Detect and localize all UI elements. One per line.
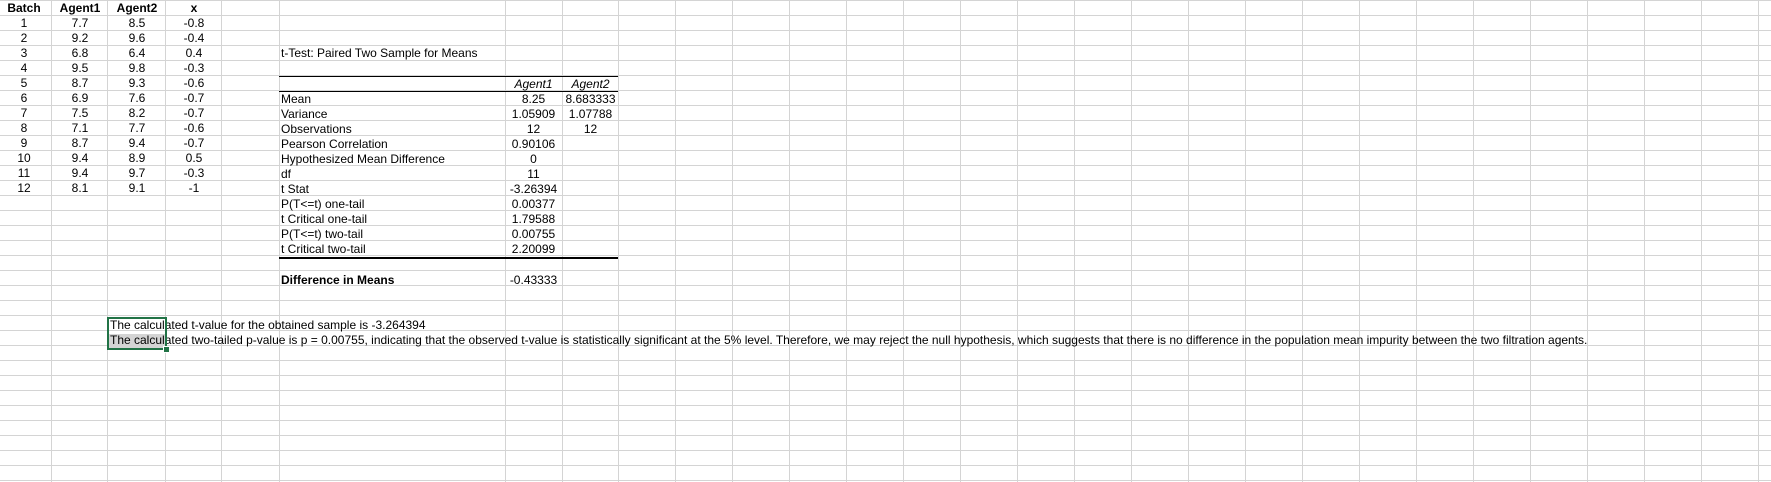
cell-agent2[interactable]: 9.4 — [108, 136, 166, 151]
ttest-label[interactable]: P(T<=t) one-tail — [281, 197, 364, 212]
ttest-value-agent2[interactable] — [562, 137, 619, 152]
cell-agent2[interactable]: 6.4 — [108, 46, 166, 61]
cell-agent2[interactable]: 8.9 — [108, 151, 166, 166]
cell-x[interactable]: -0.6 — [166, 121, 222, 136]
cell-batch[interactable]: 4 — [0, 61, 48, 76]
active-cell-selection[interactable] — [107, 317, 167, 350]
cell-agent2[interactable]: 8.5 — [108, 16, 166, 31]
cell-agent1[interactable]: 8.7 — [52, 76, 108, 91]
ttest-value-agent2[interactable] — [562, 212, 619, 227]
ttest-value-agent2[interactable] — [562, 242, 619, 257]
cell-agent1[interactable]: 7.1 — [52, 121, 108, 136]
cell-x[interactable]: -0.6 — [166, 76, 222, 91]
cell-agent2[interactable]: 8.2 — [108, 106, 166, 121]
ttest-header-agent2[interactable]: Agent2 — [562, 77, 619, 92]
ttest-value-agent1[interactable]: 2.20099 — [505, 242, 562, 257]
ttest-value-agent1[interactable]: -3.26394 — [505, 182, 562, 197]
cell-batch[interactable]: 3 — [0, 46, 48, 61]
cell-x[interactable]: 0.4 — [166, 46, 222, 61]
ttest-header-agent1[interactable]: Agent1 — [505, 77, 562, 92]
ttest-value-agent2[interactable]: 12 — [562, 122, 619, 137]
cell-agent1[interactable]: 6.9 — [52, 91, 108, 106]
cell-batch[interactable]: 6 — [0, 91, 48, 106]
cell-agent1[interactable]: 6.8 — [52, 46, 108, 61]
ttest-label[interactable]: Observations — [281, 122, 352, 137]
cell-x[interactable]: -0.7 — [166, 106, 222, 121]
cell-batch[interactable]: 1 — [0, 16, 48, 31]
header-batch[interactable]: Batch — [0, 1, 48, 16]
ttest-value-agent1[interactable]: 0.00377 — [505, 197, 562, 212]
ttest-value-agent2[interactable]: 1.07788 — [562, 107, 619, 122]
gridlines — [0, 0, 1771, 482]
ttest-value-agent2[interactable] — [562, 182, 619, 197]
ttest-value-agent1[interactable]: 0.00755 — [505, 227, 562, 242]
cell-x[interactable]: -0.7 — [166, 136, 222, 151]
ttest-value-agent2[interactable]: 8.683333 — [562, 92, 619, 107]
ttest-value-agent2[interactable] — [562, 227, 619, 242]
ttest-value-agent1[interactable]: 8.25 — [505, 92, 562, 107]
cell-agent2[interactable]: 7.6 — [108, 91, 166, 106]
ttest-label[interactable]: t Critical two-tail — [281, 242, 366, 257]
ttest-label[interactable]: Mean — [281, 92, 311, 107]
cell-agent1[interactable]: 9.4 — [52, 151, 108, 166]
cell-x[interactable]: -0.8 — [166, 16, 222, 31]
cell-agent1[interactable]: 7.7 — [52, 16, 108, 31]
ttest-label[interactable]: t Stat — [281, 182, 309, 197]
header-x[interactable]: x — [166, 1, 222, 16]
difference-in-means-value[interactable]: -0.43333 — [505, 273, 562, 288]
ttest-value-agent1[interactable]: 0 — [505, 152, 562, 167]
cell-batch[interactable]: 8 — [0, 121, 48, 136]
fill-handle[interactable] — [163, 346, 170, 353]
ttest-value-agent1[interactable]: 1.05909 — [505, 107, 562, 122]
cell-batch[interactable]: 9 — [0, 136, 48, 151]
ttest-label[interactable]: Variance — [281, 107, 327, 122]
cell-x[interactable]: -0.4 — [166, 31, 222, 46]
cell-batch[interactable]: 7 — [0, 106, 48, 121]
header-agent1[interactable]: Agent1 — [52, 1, 108, 16]
ttest-value-agent1[interactable]: 0.90106 — [505, 137, 562, 152]
cell-batch[interactable]: 10 — [0, 151, 48, 166]
cell-agent1[interactable]: 9.2 — [52, 31, 108, 46]
ttest-label[interactable]: df — [281, 167, 291, 182]
cell-agent1[interactable]: 8.1 — [52, 181, 108, 196]
ttest-label[interactable]: Hypothesized Mean Difference — [281, 152, 445, 167]
cell-agent2[interactable]: 9.8 — [108, 61, 166, 76]
cell-agent2[interactable]: 9.3 — [108, 76, 166, 91]
cell-x[interactable]: -0.3 — [166, 61, 222, 76]
cell-x[interactable]: -0.3 — [166, 166, 222, 181]
cell-agent1[interactable]: 8.7 — [52, 136, 108, 151]
ttest-value-agent1[interactable]: 11 — [505, 167, 562, 182]
cell-agent2[interactable]: 7.7 — [108, 121, 166, 136]
ttest-title[interactable]: t-Test: Paired Two Sample for Means — [281, 46, 478, 61]
cell-agent2[interactable]: 9.1 — [108, 181, 166, 196]
note-p-value[interactable]: The calculated two-tailed p-value is p =… — [110, 333, 1587, 348]
cell-agent1[interactable]: 9.4 — [52, 166, 108, 181]
ttest-bottom-border — [279, 257, 618, 259]
cell-agent2[interactable]: 9.6 — [108, 31, 166, 46]
cell-agent2[interactable]: 9.7 — [108, 166, 166, 181]
cell-batch[interactable]: 5 — [0, 76, 48, 91]
cell-x[interactable]: -1 — [166, 181, 222, 196]
ttest-label[interactable]: t Critical one-tail — [281, 212, 367, 227]
spreadsheet-grid[interactable]: Batch Agent1 Agent2 x 1 7.7 8.5 -0.8 2 9.2 9.6 -0.4… — [0, 0, 1771, 482]
ttest-label[interactable]: Pearson Correlation — [281, 137, 388, 152]
header-agent2[interactable]: Agent2 — [108, 1, 166, 16]
ttest-label[interactable]: P(T<=t) two-tail — [281, 227, 363, 242]
cell-batch[interactable]: 12 — [0, 181, 48, 196]
ttest-value-agent2[interactable] — [562, 197, 619, 212]
ttest-value-agent2[interactable] — [562, 152, 619, 167]
cell-x[interactable]: 0.5 — [166, 151, 222, 166]
cell-batch[interactable]: 2 — [0, 31, 48, 46]
difference-in-means-label[interactable]: Difference in Means — [281, 273, 394, 288]
cell-x[interactable]: -0.7 — [166, 91, 222, 106]
ttest-value-agent2[interactable] — [562, 167, 619, 182]
cell-batch[interactable]: 11 — [0, 166, 48, 181]
ttest-value-agent1[interactable]: 1.79588 — [505, 212, 562, 227]
cell-agent1[interactable]: 9.5 — [52, 61, 108, 76]
ttest-value-agent1[interactable]: 12 — [505, 122, 562, 137]
cell-agent1[interactable]: 7.5 — [52, 106, 108, 121]
